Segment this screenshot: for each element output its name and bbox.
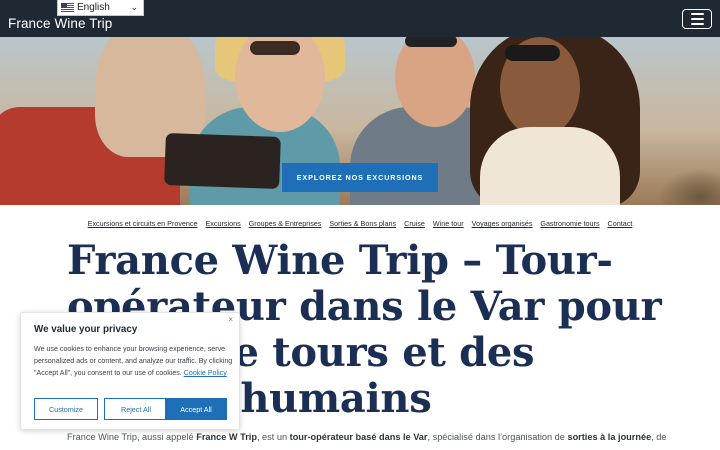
intro-text: , de [651,432,667,442]
intro-text: France Wine Trip, aussi appelé [67,432,197,442]
language-label: English [77,2,110,13]
menu-bar-1 [690,13,704,15]
nav-link-outings[interactable]: Sorties & Bons plans [329,219,396,228]
nav-link-excursions[interactable]: Excursions [206,219,241,228]
intro-bold: France W Trip [196,432,257,442]
explore-excursions-button[interactable]: EXPLOREZ NOS EXCURSIONS [282,163,438,192]
cookie-text: We use cookies to enhance your browsing … [34,343,234,379]
secondary-nav: Excursions et circuits en Provence Excur… [0,219,720,228]
language-selector[interactable]: English ⌄ [57,0,144,16]
reject-all-button[interactable]: Reject All [104,398,168,420]
cookie-consent-banner: × We value your privacy We use cookies t… [20,312,240,430]
menu-bar-3 [690,23,704,25]
close-icon[interactable]: × [228,315,233,324]
hero-photo-sunglasses [250,41,300,55]
nav-link-organized-trips[interactable]: Voyages organisés [472,219,533,228]
cookie-policy-link[interactable]: Cookie Policy [184,369,227,377]
hero-photo-sunglasses [505,45,560,61]
top-bar: English ⌄ France Wine Trip [0,0,720,37]
us-flag-icon [61,3,74,12]
intro-text: , spécialisé dans l’organisation de [427,432,568,442]
nav-link-groups[interactable]: Groupes & Entreprises [249,219,322,228]
intro-bold: tour-opérateur basé dans le Var [289,432,428,442]
accept-all-button[interactable]: Accept All [165,398,227,420]
customize-button[interactable]: Customize [34,398,98,420]
hero-photo-person [480,127,620,205]
hamburger-menu-button[interactable] [682,9,712,29]
chevron-down-icon: ⌄ [130,2,138,12]
hero-photo-sunglasses [405,37,457,47]
nav-link-cruise[interactable]: Cruise [404,219,425,228]
nav-link-contact[interactable]: Contact [608,219,633,228]
intro-paragraph: France Wine Trip, aussi appelé France W … [67,432,720,442]
cookie-title: We value your privacy [34,324,138,335]
site-brand[interactable]: France Wine Trip [8,16,112,31]
intro-text: , est un [256,432,290,442]
menu-bar-2 [690,18,704,20]
hero-banner: EXPLOREZ NOS EXCURSIONS [0,37,720,205]
intro-bold: sorties à la journée [567,432,652,442]
nav-link-excursions-provence[interactable]: Excursions et circuits en Provence [88,219,198,228]
hero-photo-phone [164,133,281,189]
nav-link-wine-tour[interactable]: Wine tour [433,219,464,228]
nav-link-gastronomy[interactable]: Gastronomie tours [540,219,599,228]
